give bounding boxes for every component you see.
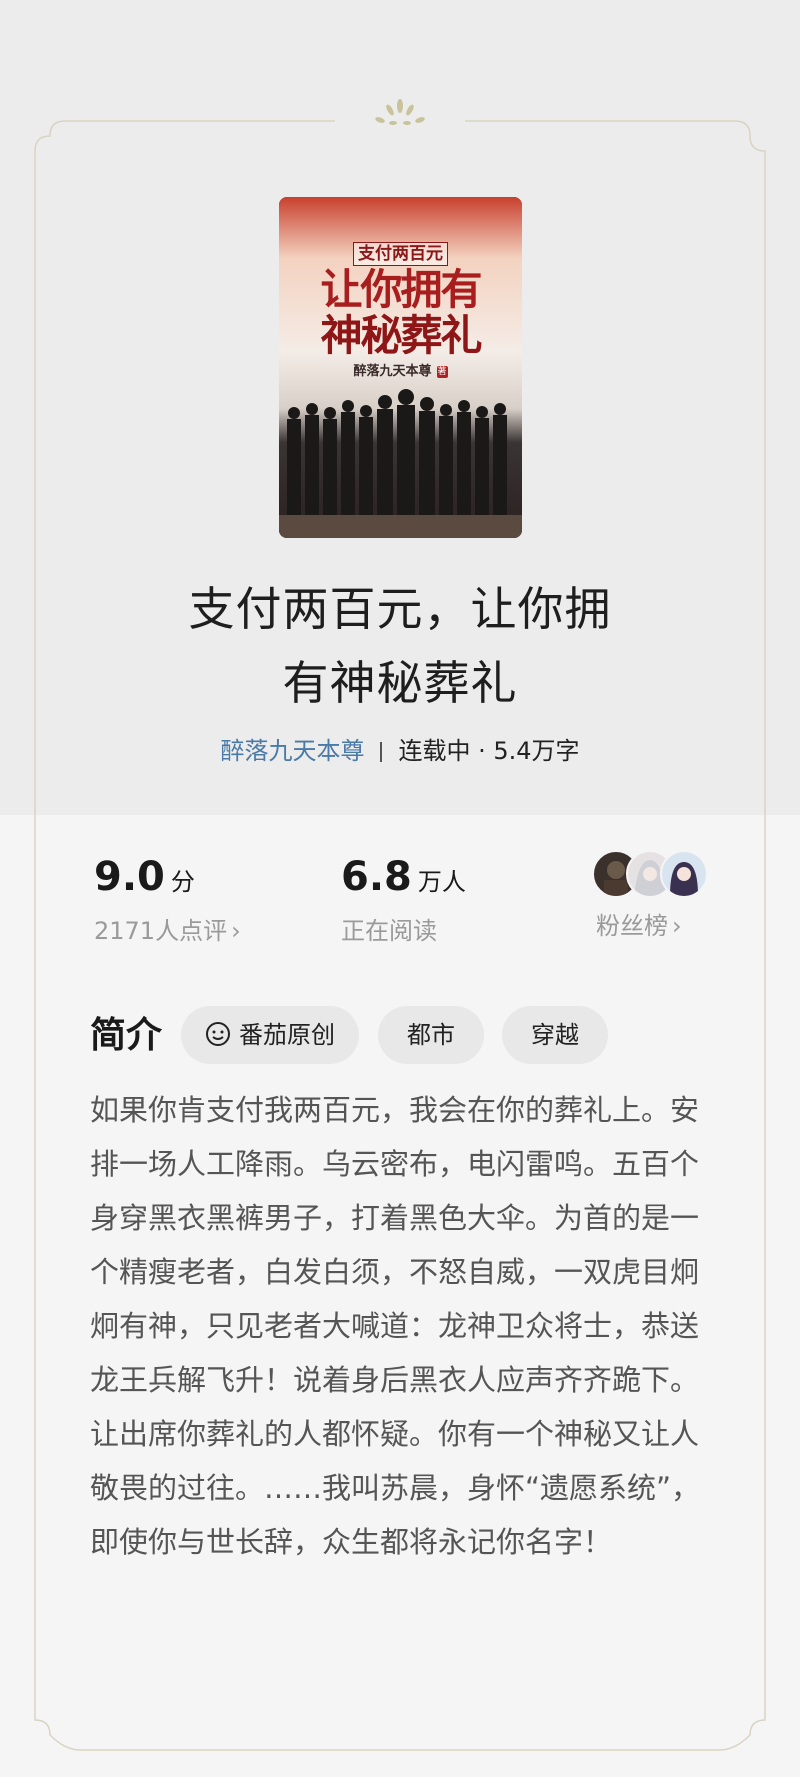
fan-avatars[interactable] bbox=[592, 850, 712, 898]
synopsis-text: 如果你肯支付我两百元，我会在你的葬礼上。安排一场人工降雨。乌云密布，电闪雷鸣。五… bbox=[90, 1093, 701, 1559]
cover-title-line2: 神秘葬礼 bbox=[320, 311, 482, 360]
tag-city[interactable]: 都市 bbox=[378, 1006, 484, 1064]
tag-time-travel[interactable]: 穿越 bbox=[502, 1006, 608, 1064]
readers-stat: 6.8 万人 正在阅读 bbox=[341, 852, 466, 947]
tag-label: 穿越 bbox=[531, 1021, 579, 1049]
rating-stat[interactable]: 9.0 分 2171人点评 › bbox=[94, 852, 241, 947]
laurel-ornament-icon bbox=[375, 99, 425, 125]
intro-heading: 简介 bbox=[90, 1015, 163, 1056]
fans-ranking-link[interactable]: 粉丝榜 › bbox=[596, 910, 682, 942]
tag-original[interactable]: 番茄原创 bbox=[181, 1006, 359, 1064]
rating-count: 2171人点评 bbox=[94, 917, 228, 945]
avatar bbox=[660, 850, 708, 898]
serial-status: 连载中 · 5.4万字 bbox=[398, 737, 580, 765]
tag-label: 都市 bbox=[407, 1021, 455, 1049]
book-title-line2: 有神秘葬礼 bbox=[282, 656, 518, 710]
readers-label: 正在阅读 bbox=[341, 917, 437, 945]
author-link[interactable]: 醉落九天本尊 bbox=[220, 737, 364, 765]
rating-value: 9.0 bbox=[94, 854, 165, 900]
fans-label: 粉丝榜 bbox=[596, 912, 668, 940]
smiley-icon bbox=[206, 1022, 230, 1046]
chevron-right-icon: › bbox=[231, 917, 241, 945]
book-cover[interactable]: 支付两百元 让你拥有 神秘葬礼 醉落九天本尊 著 bbox=[279, 197, 522, 538]
cover-title-line1: 让你拥有 bbox=[320, 265, 482, 314]
cover-author-badge: 著 bbox=[436, 366, 448, 378]
chevron-right-icon: › bbox=[672, 912, 682, 940]
cover-author: 醉落九天本尊 bbox=[353, 364, 432, 379]
readers-unit: 万人 bbox=[417, 868, 466, 896]
tag-label: 番茄原创 bbox=[239, 1021, 335, 1049]
readers-value: 6.8 bbox=[341, 854, 412, 900]
book-title-line1: 支付两百元，让你拥 bbox=[188, 582, 612, 636]
book-meta: 醉落九天本尊 连载中 · 5.4万字 bbox=[150, 733, 650, 769]
cover-title-small: 支付两百元 bbox=[353, 242, 448, 266]
book-title: 支付两百元，让你拥 有神秘葬礼 bbox=[150, 572, 650, 720]
meta-divider bbox=[380, 742, 383, 762]
rating-unit: 分 bbox=[170, 868, 195, 896]
